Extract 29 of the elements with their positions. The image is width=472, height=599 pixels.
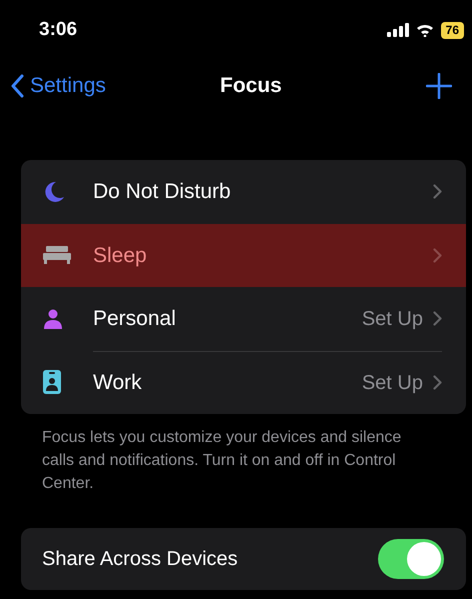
battery-level: 76: [440, 22, 464, 38]
page-title: Focus: [220, 73, 282, 100]
status-label: Set Up: [362, 306, 423, 332]
person-icon: [43, 308, 63, 329]
focus-row[interactable]: Do Not Disturb: [21, 160, 466, 224]
id-badge-icon: [43, 370, 61, 394]
focus-row[interactable]: Sleep: [21, 224, 466, 287]
chevron-right-icon: [433, 311, 442, 326]
chevron-right-icon: [433, 184, 442, 200]
focus-label: Work: [93, 370, 143, 396]
status-label: Set Up: [362, 370, 423, 396]
focus-label: Do Not Disturb: [93, 179, 232, 205]
focus-label: Personal: [93, 306, 177, 332]
focus-row[interactable]: Work Set Up: [21, 350, 466, 414]
status-time: 3:06: [39, 18, 78, 42]
share-label: Share Across Devices: [42, 547, 238, 572]
footer-note: Focus lets you customize your devices and silence calls and notifications. Turn it on and off in Control Center.: [42, 428, 402, 494]
signal-icon: [386, 23, 409, 37]
moon-icon: [43, 180, 65, 203]
chevron-right-icon: [433, 248, 442, 263]
share-toggle[interactable]: [378, 539, 444, 579]
chevron-left-icon: [10, 74, 24, 98]
bed-icon: [43, 246, 71, 264]
chevron-right-icon: [433, 375, 442, 390]
wifi-icon: [416, 23, 434, 37]
back-button[interactable]: Settings: [10, 70, 106, 102]
focus-row[interactable]: Personal Set Up: [21, 287, 466, 350]
focus-label: Sleep: [93, 242, 148, 268]
add-icon[interactable]: [426, 73, 452, 99]
